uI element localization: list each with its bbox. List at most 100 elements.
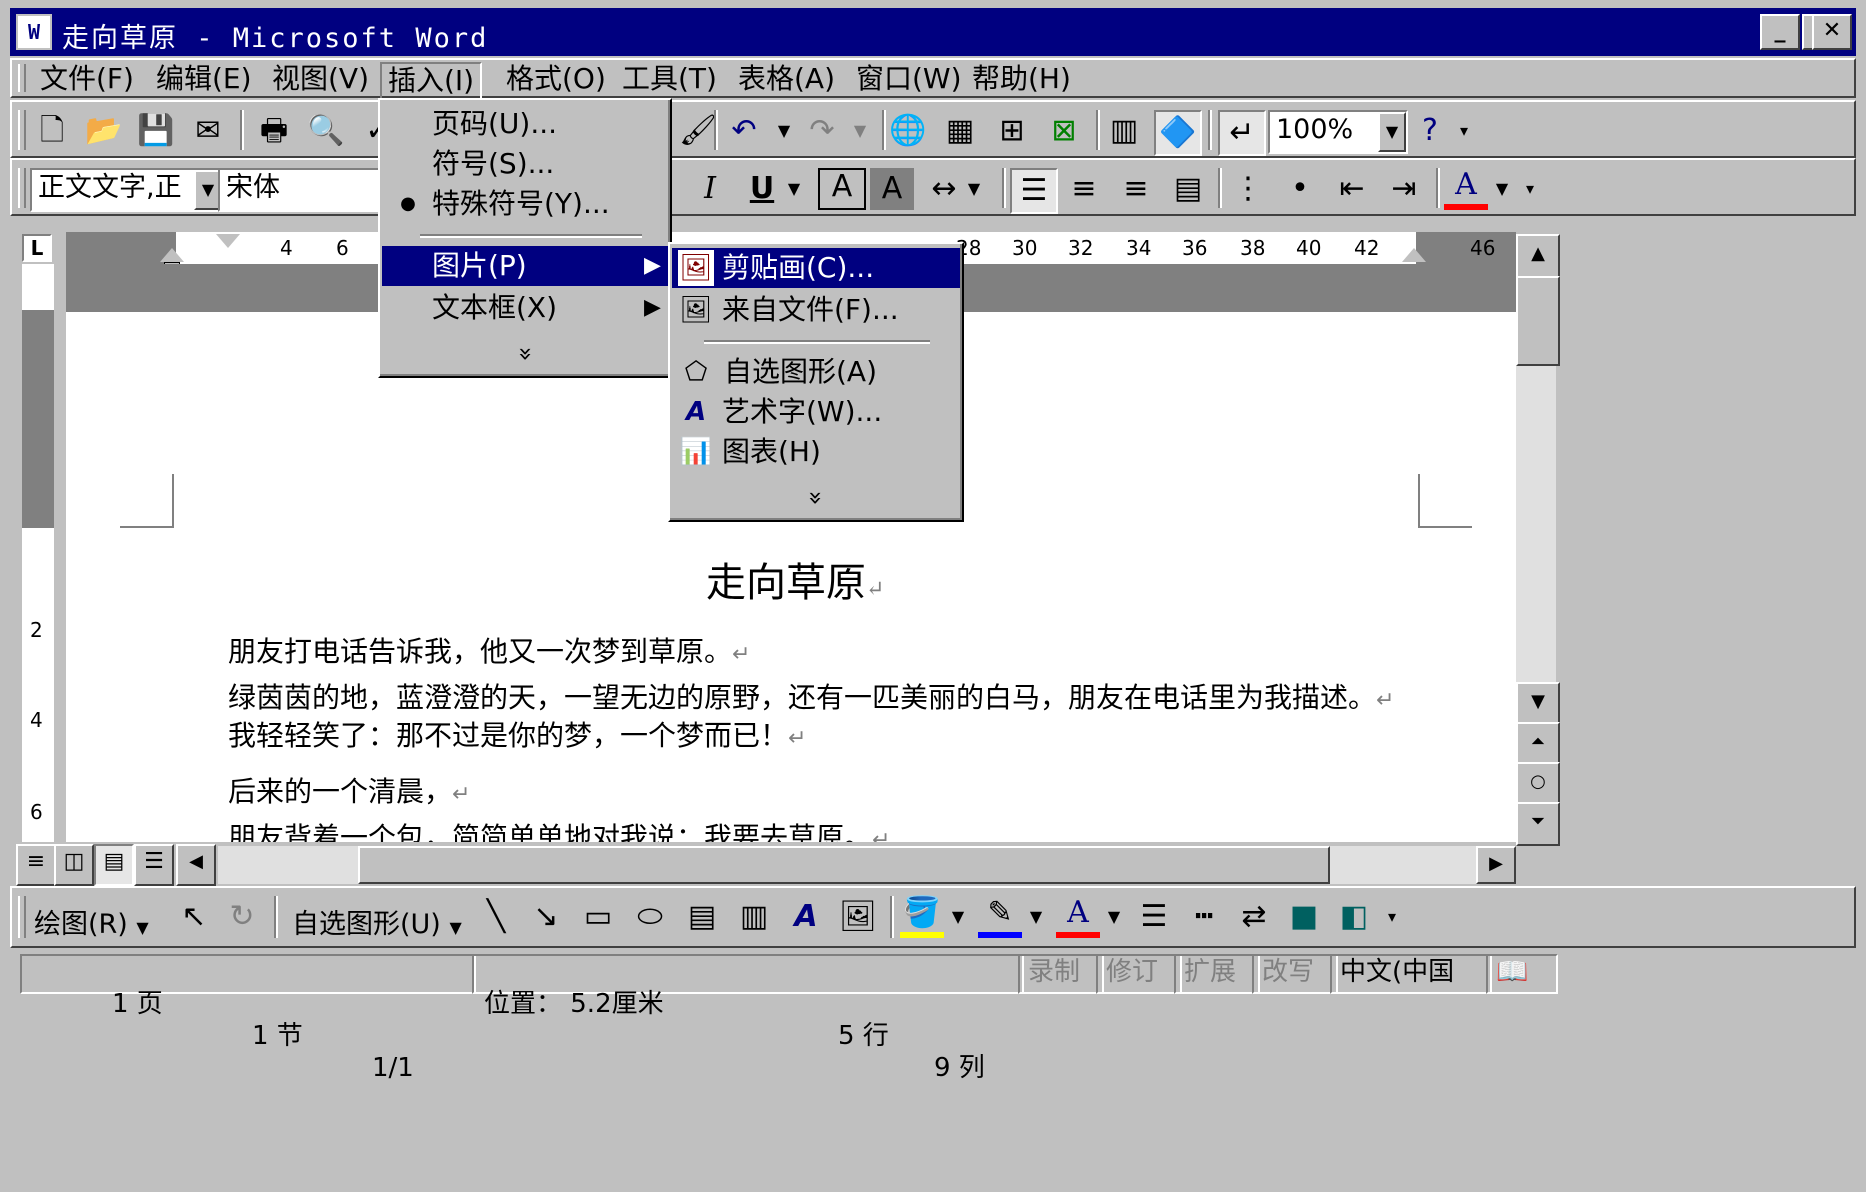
dash-style-icon[interactable]: ┅ xyxy=(1182,896,1226,938)
paragraph[interactable]: 我轻轻笑了：那不过是你的梦，一个梦而已！↵ xyxy=(228,714,806,754)
vertical-text-box-icon[interactable]: ▥ xyxy=(732,896,776,938)
select-objects-icon[interactable]: ↖ xyxy=(172,896,216,938)
underline-button[interactable]: U xyxy=(740,168,784,210)
paragraph[interactable]: 后来的一个清晨，↵ xyxy=(228,770,470,810)
toolbar-grip[interactable] xyxy=(18,168,26,208)
title-bar[interactable]: W 走向草原 - Microsoft Word _ □ ✕ xyxy=(10,8,1856,56)
help-icon[interactable]: ? xyxy=(1408,110,1452,152)
distributed-align-icon[interactable]: ▤ xyxy=(1166,168,1210,210)
paragraph[interactable]: 绿茵茵的地，蓝澄澄的天，一望无边的原野，还有一匹美丽的白马，朋友在电话里为我描述… xyxy=(228,676,1394,716)
scroll-up-icon[interactable]: ▲ xyxy=(1516,234,1560,278)
print-layout-icon[interactable]: ▤ xyxy=(94,844,134,886)
first-line-indent-marker[interactable] xyxy=(216,234,240,248)
more-buttons-icon[interactable]: ▾ xyxy=(1518,168,1542,210)
expand-menu-icon[interactable]: » xyxy=(796,478,836,518)
numbering-icon[interactable]: ⋮ xyxy=(1226,168,1270,210)
zoom-combo[interactable]: 100% ▼ xyxy=(1268,110,1408,154)
text-box-icon[interactable]: ▤ xyxy=(680,896,724,938)
autoshapes-menu-button[interactable]: 自选图形(U) ▼ xyxy=(292,902,462,941)
menu-item-page-numbers[interactable]: 页码(U)... xyxy=(382,104,668,144)
oval-icon[interactable]: ⬭ xyxy=(628,896,672,938)
more-buttons-icon[interactable]: ▾ xyxy=(1380,896,1404,938)
menu-item-from-file[interactable]: 🖼 来自文件(F)... xyxy=(672,290,960,330)
vertical-scroll-thumb[interactable] xyxy=(1516,276,1560,366)
align-right-icon[interactable]: ≡ xyxy=(1114,168,1158,210)
menu-insert[interactable]: 插入(I) xyxy=(380,62,483,100)
menu-item-clip-art[interactable]: 🖼 剪贴画(C)... xyxy=(672,248,960,288)
status-ovr[interactable]: 改写 xyxy=(1252,954,1338,994)
menu-item-symbol[interactable]: 符号(S)... xyxy=(382,144,668,184)
paragraph[interactable]: 朋友打电话告诉我，他又一次梦到草原。↵ xyxy=(228,630,750,670)
menu-item-text-box[interactable]: 文本框(X) ▶ xyxy=(382,288,668,328)
arrow-icon[interactable]: ↘ xyxy=(524,896,568,938)
status-trk[interactable]: 修订 xyxy=(1096,954,1182,994)
fill-color-dropdown-icon[interactable]: ▼ xyxy=(946,896,970,938)
line-icon[interactable]: ╲ xyxy=(474,896,518,938)
scroll-left-icon[interactable]: ◀ xyxy=(176,844,216,886)
rectangle-icon[interactable]: ▭ xyxy=(576,896,620,938)
menu-item-special-symbol[interactable]: ● 特殊符号(Y)... xyxy=(382,184,668,224)
char-scaling-icon[interactable]: ↔ xyxy=(922,168,966,210)
menu-help[interactable]: 帮助(H) xyxy=(966,62,1077,96)
select-browse-object-icon[interactable]: ○ xyxy=(1516,762,1560,806)
char-scaling-dropdown-icon[interactable]: ▼ xyxy=(962,168,986,210)
previous-page-icon[interactable]: ⏶ xyxy=(1516,722,1560,766)
3d-icon[interactable]: ◧ xyxy=(1332,896,1376,938)
decrease-indent-icon[interactable]: ⇤ xyxy=(1330,168,1374,210)
menu-format[interactable]: 格式(O) xyxy=(500,62,612,96)
char-border-button[interactable]: A xyxy=(818,168,866,210)
right-indent-marker[interactable] xyxy=(1402,248,1426,262)
drawing-toggle-icon[interactable]: 🔷 xyxy=(1154,110,1202,156)
web-layout-icon[interactable]: ◫ xyxy=(54,844,94,886)
font-color-icon[interactable]: A xyxy=(1444,168,1488,210)
menu-tools[interactable]: 工具(T) xyxy=(616,62,723,96)
status-ext[interactable]: 扩展 xyxy=(1174,954,1260,994)
toolbar-grip[interactable] xyxy=(18,110,26,150)
draw-menu-button[interactable]: 绘图(R) ▼ xyxy=(34,902,149,941)
new-document-icon[interactable]: 🗋 xyxy=(30,110,74,152)
wordart-icon[interactable]: A xyxy=(784,896,828,938)
hyperlink-globe-icon[interactable]: 🌐 xyxy=(886,110,930,152)
tables-borders-icon[interactable]: ▦ xyxy=(938,110,982,152)
outline-view-icon[interactable]: ☰ xyxy=(134,844,174,886)
line-style-icon[interactable]: ☰ xyxy=(1132,896,1176,938)
line-color-icon[interactable]: ✎ xyxy=(978,896,1022,938)
increase-indent-icon[interactable]: ⇥ xyxy=(1382,168,1426,210)
menu-view[interactable]: 视图(V) xyxy=(266,62,375,96)
font-color-dropdown-icon[interactable]: ▼ xyxy=(1490,168,1514,210)
insert-table-icon[interactable]: ⊞ xyxy=(990,110,1034,152)
minimize-button[interactable]: _ xyxy=(1760,14,1800,50)
horizontal-scroll-thumb[interactable] xyxy=(358,846,1330,884)
left-indent-marker[interactable] xyxy=(160,248,184,262)
style-combo[interactable]: 正文文字,正 ▼ xyxy=(30,168,224,212)
open-folder-icon[interactable]: 📂 xyxy=(82,110,126,152)
menu-item-picture[interactable]: 图片(P) ▶ xyxy=(382,246,668,286)
char-shading-button[interactable]: A xyxy=(870,168,914,210)
insert-excel-icon[interactable]: ⊠ xyxy=(1042,110,1086,152)
bullets-icon[interactable]: • xyxy=(1278,168,1322,210)
fill-color-icon[interactable]: 🪣 xyxy=(900,896,944,938)
clip-art-icon[interactable]: 🖼 xyxy=(836,896,880,938)
next-page-icon[interactable]: ⏷ xyxy=(1516,802,1560,846)
font-color-dropdown-icon[interactable]: ▼ xyxy=(1102,896,1126,938)
align-center-icon[interactable]: ≡ xyxy=(1062,168,1106,210)
menu-item-chart[interactable]: 📊 图表(H) xyxy=(672,432,960,472)
show-hide-marks-icon[interactable]: ↵ xyxy=(1218,110,1266,156)
word-app-icon[interactable]: W xyxy=(16,14,52,50)
menu-item-wordart[interactable]: A 艺术字(W)... xyxy=(672,392,960,432)
expand-menu-icon[interactable]: » xyxy=(506,334,546,374)
undo-icon[interactable]: ↶ xyxy=(722,110,766,152)
font-combo[interactable]: 宋体 xyxy=(218,168,396,212)
save-icon[interactable]: 💾 xyxy=(134,110,178,152)
menu-table[interactable]: 表格(A) xyxy=(732,62,841,96)
free-rotate-icon[interactable]: ↻ xyxy=(220,896,264,938)
arrow-style-icon[interactable]: ⇄ xyxy=(1232,896,1276,938)
columns-icon[interactable]: ▥ xyxy=(1102,110,1146,152)
redo-dropdown-icon[interactable]: ▼ xyxy=(838,110,882,152)
vertical-scrollbar[interactable]: ▲ ▼ ⏶ ○ ⏷ xyxy=(1516,234,1560,846)
status-rec[interactable]: 录制 xyxy=(1018,954,1104,994)
menu-item-autoshapes[interactable]: ⬠ 自选图形(A) xyxy=(672,352,960,392)
more-buttons-icon[interactable]: ▾ xyxy=(1452,110,1476,152)
menu-file[interactable]: 文件(F) xyxy=(34,62,140,96)
italic-button[interactable]: I xyxy=(688,168,732,210)
